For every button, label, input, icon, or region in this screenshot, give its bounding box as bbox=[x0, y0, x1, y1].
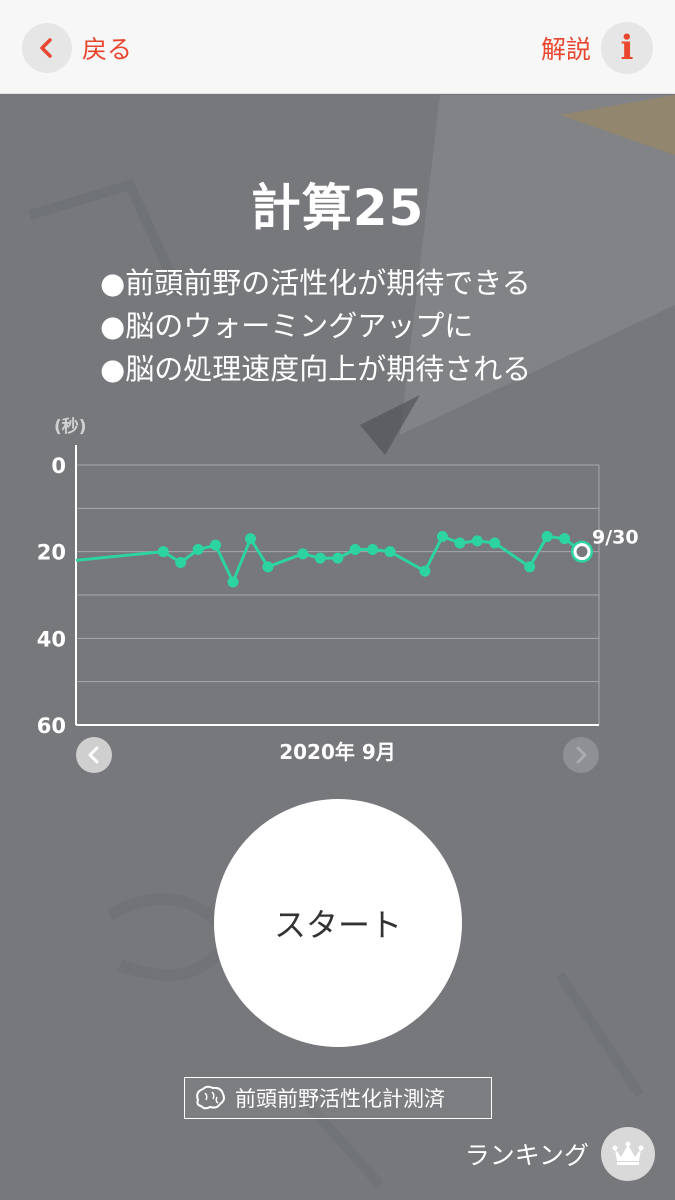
start-button[interactable]: スタート bbox=[214, 799, 462, 1047]
chart-data-point bbox=[471, 535, 483, 547]
info-icon: i bbox=[601, 22, 653, 74]
benefit-item: ●前頭前野の活性化が期待できる bbox=[100, 266, 531, 300]
chart-series-line bbox=[75, 535, 583, 584]
back-button[interactable]: 戻る bbox=[22, 22, 132, 74]
chart-data-point bbox=[175, 557, 187, 568]
chart-data-point bbox=[384, 546, 396, 558]
measurement-badge: 前頭前野活性化計測済 bbox=[184, 1077, 492, 1119]
time-history-chart: (秒) 0 20 40 60 9/30 bbox=[37, 416, 639, 735]
chart-y-tick-label: 40 bbox=[37, 627, 66, 651]
chart-data-point bbox=[541, 531, 553, 542]
chart-y-tick-label: 60 bbox=[37, 714, 66, 735]
chart-y-tick-label: 0 bbox=[51, 454, 66, 478]
chart-data-point bbox=[157, 546, 169, 558]
chart-data-point bbox=[244, 533, 256, 545]
chart-y-tick-label: 20 bbox=[37, 541, 66, 565]
chart-data-point bbox=[210, 539, 222, 551]
chart-data-point bbox=[454, 537, 466, 549]
chart-data-point bbox=[227, 576, 239, 588]
badge-label: 前頭前野活性化計測済 bbox=[235, 1087, 445, 1111]
chart-data-point bbox=[489, 537, 501, 549]
chart-data-point bbox=[367, 544, 379, 555]
benefit-item: ●脳の処理速度向上が期待される bbox=[100, 352, 532, 386]
chart-data-point bbox=[262, 561, 274, 573]
next-month-button[interactable] bbox=[563, 737, 599, 773]
benefit-item: ●脳のウォーミングアップに bbox=[100, 309, 474, 343]
chart-data-point bbox=[297, 548, 309, 560]
chart-data-point bbox=[332, 552, 344, 564]
ranking-button[interactable]: ランキング bbox=[465, 1126, 655, 1182]
header-bar: 戻る 解説 i bbox=[0, 0, 675, 94]
chart-y-unit-label: (秒) bbox=[54, 416, 87, 437]
chart-data-point bbox=[419, 565, 431, 577]
ranking-label: ランキング bbox=[464, 1141, 589, 1170]
chart-data-point bbox=[436, 531, 448, 542]
chart-data-point bbox=[349, 544, 361, 555]
chevron-right-icon bbox=[576, 746, 587, 764]
start-label: スタート bbox=[273, 906, 402, 944]
brain-icon bbox=[196, 1085, 225, 1110]
game-title: 計算25 bbox=[250, 179, 425, 237]
chart-latest-label: 9/30 bbox=[592, 527, 639, 549]
chart-data-point bbox=[192, 544, 204, 555]
benefit-list: ●前頭前野の活性化が期待できる ●脳のウォーミングアップに ●脳の処理速度向上が… bbox=[100, 262, 640, 391]
back-label: 戻る bbox=[82, 35, 133, 64]
chart-data-point bbox=[524, 561, 536, 573]
help-label: 解説 bbox=[540, 35, 591, 64]
chart-latest-point-ring bbox=[573, 543, 591, 561]
help-button[interactable]: 解説 i bbox=[541, 22, 653, 74]
crown-icon bbox=[601, 1127, 655, 1181]
chart-data-point bbox=[314, 552, 326, 564]
chart-data-point bbox=[559, 533, 571, 545]
chevron-left-icon bbox=[22, 23, 72, 73]
